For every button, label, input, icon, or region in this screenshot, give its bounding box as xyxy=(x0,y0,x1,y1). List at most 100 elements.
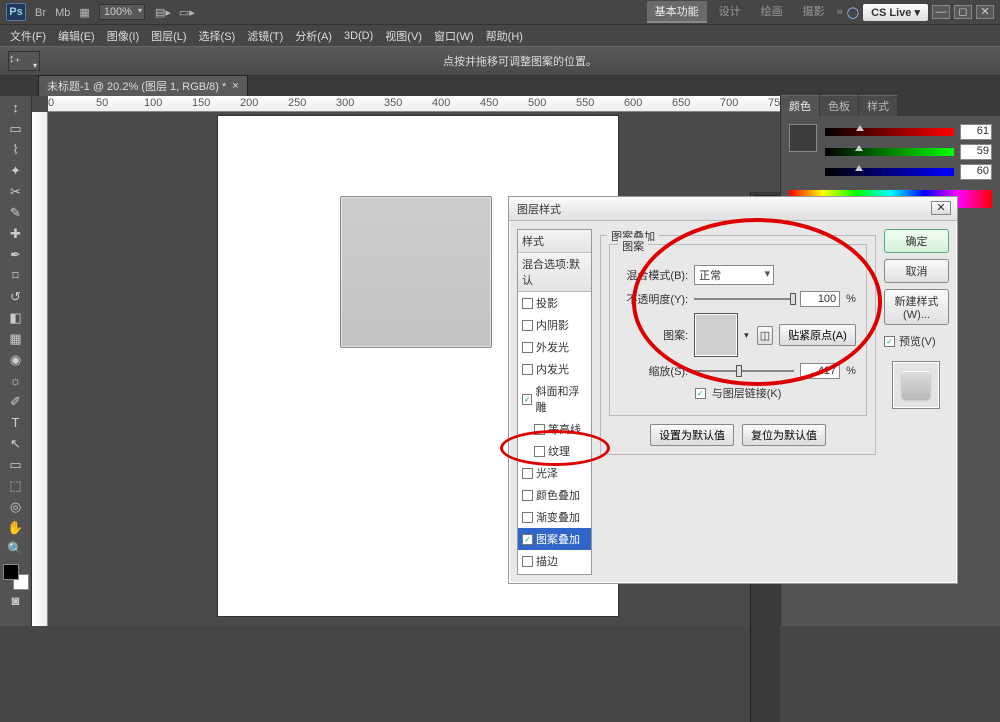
style-checkbox[interactable] xyxy=(522,490,533,501)
scale-value[interactable]: 417 xyxy=(800,363,840,379)
style-checkbox[interactable] xyxy=(522,320,533,331)
style-item-5[interactable]: 等高线 xyxy=(518,418,591,440)
3d-camera-tool[interactable]: ◎ xyxy=(4,497,28,517)
scale-slider[interactable] xyxy=(694,370,794,372)
close-button[interactable]: ✕ xyxy=(976,5,994,19)
workspace-tab-paint[interactable]: 绘画 xyxy=(753,1,791,23)
menu-layer[interactable]: 图层(L) xyxy=(145,25,192,47)
style-item-1[interactable]: 内阴影 xyxy=(518,314,591,336)
document-tab[interactable]: 未标题-1 @ 20.2% (图层 1, RGB/8) * × xyxy=(38,75,248,97)
zoom-tool[interactable]: 🔍 xyxy=(4,539,28,559)
style-checkbox[interactable] xyxy=(534,424,545,435)
pen-tool[interactable]: ✐ xyxy=(4,392,28,412)
mini-bridge-icon[interactable]: Mb xyxy=(55,7,70,19)
new-preset-icon[interactable]: ◫ xyxy=(757,326,773,345)
tab-color[interactable]: 颜色 xyxy=(781,95,819,116)
bridge-icon[interactable]: Br xyxy=(35,7,46,19)
stamp-tool[interactable]: ⌑ xyxy=(4,266,28,286)
marquee-tool[interactable]: ▭ xyxy=(4,119,28,139)
dialog-close-button[interactable]: ✕ xyxy=(931,201,951,215)
style-checkbox[interactable] xyxy=(522,468,533,479)
dodge-tool[interactable]: ☼ xyxy=(4,371,28,391)
style-item-9[interactable]: 渐变叠加 xyxy=(518,506,591,528)
menu-edit[interactable]: 编辑(E) xyxy=(52,25,101,47)
menu-image[interactable]: 图像(I) xyxy=(101,25,145,47)
quickmask-tool[interactable]: ◙ xyxy=(4,591,28,611)
layer-shape[interactable] xyxy=(340,196,492,348)
cslive-button[interactable]: CS Live ▾ xyxy=(863,4,928,21)
style-item-8[interactable]: 颜色叠加 xyxy=(518,484,591,506)
tab-swatches[interactable]: 色板 xyxy=(820,95,858,116)
pattern-dropdown-icon[interactable]: ▾ xyxy=(744,330,749,341)
gradient-tool[interactable]: ▦ xyxy=(4,329,28,349)
wand-tool[interactable]: ✦ xyxy=(4,161,28,181)
snap-origin-button[interactable]: 贴紧原点(A) xyxy=(779,324,856,346)
workspace-chevrons[interactable]: » xyxy=(837,6,843,18)
lasso-tool[interactable]: ⌇ xyxy=(4,140,28,160)
opacity-slider[interactable] xyxy=(694,298,794,300)
fg-color[interactable] xyxy=(3,564,19,580)
style-checkbox[interactable] xyxy=(522,298,533,309)
link-checkbox[interactable]: ✓ xyxy=(695,388,706,399)
style-item-0[interactable]: 投影 xyxy=(518,292,591,314)
b-slider[interactable] xyxy=(825,168,954,176)
g-value[interactable]: 59 xyxy=(960,144,992,160)
zoom-dropdown[interactable]: 100% xyxy=(99,4,145,20)
history-brush-tool[interactable]: ↺ xyxy=(4,287,28,307)
menu-filter[interactable]: 滤镜(T) xyxy=(241,25,289,47)
preview-checkbox[interactable]: ✓ xyxy=(884,336,895,347)
style-item-10[interactable]: ✓图案叠加 xyxy=(518,528,591,550)
screen-mode-icon[interactable]: ▭▸ xyxy=(179,6,195,19)
style-checkbox[interactable] xyxy=(534,446,545,457)
tool-preset-picker[interactable]: ↕₊ xyxy=(8,51,40,71)
workspace-tab-photo[interactable]: 摄影 xyxy=(795,1,833,23)
menu-select[interactable]: 选择(S) xyxy=(193,25,242,47)
style-checkbox[interactable] xyxy=(522,364,533,375)
style-checkbox[interactable] xyxy=(522,512,533,523)
opacity-value[interactable]: 100 xyxy=(800,291,840,307)
ok-button[interactable]: 确定 xyxy=(884,229,949,253)
menu-view[interactable]: 视图(V) xyxy=(379,25,428,47)
g-slider[interactable] xyxy=(825,148,954,156)
shape-tool[interactable]: ▭ xyxy=(4,455,28,475)
hand-tool[interactable]: ✋ xyxy=(4,518,28,538)
path-select-tool[interactable]: ↖ xyxy=(4,434,28,454)
menu-window[interactable]: 窗口(W) xyxy=(428,25,480,47)
maximize-button[interactable]: ◻ xyxy=(954,5,972,19)
eyedropper-tool[interactable]: ✎ xyxy=(4,203,28,223)
type-tool[interactable]: T xyxy=(4,413,28,433)
view-extras-icon[interactable]: ▦ xyxy=(79,7,89,19)
move-tool[interactable]: ↕ xyxy=(4,98,28,118)
style-item-3[interactable]: 内发光 xyxy=(518,358,591,380)
doc-arrange-icon[interactable]: ▤▸ xyxy=(155,6,171,19)
style-item-11[interactable]: 描边 xyxy=(518,550,591,572)
document-tab-close[interactable]: × xyxy=(232,80,238,92)
pattern-picker[interactable] xyxy=(694,313,738,357)
tab-styles[interactable]: 样式 xyxy=(859,95,897,116)
brush-tool[interactable]: ✒ xyxy=(4,245,28,265)
3d-tool[interactable]: ⬚ xyxy=(4,476,28,496)
menu-file[interactable]: 文件(F) xyxy=(4,25,52,47)
dialog-titlebar[interactable]: 图层样式 ✕ xyxy=(509,197,957,221)
style-item-7[interactable]: 光泽 xyxy=(518,462,591,484)
r-slider[interactable] xyxy=(825,128,954,136)
blend-options-item[interactable]: 混合选项:默认 xyxy=(518,253,591,292)
workspace-tab-design[interactable]: 设计 xyxy=(711,1,749,23)
crop-tool[interactable]: ✂ xyxy=(4,182,28,202)
blend-mode-dropdown[interactable]: 正常 xyxy=(694,265,774,285)
styles-header[interactable]: 样式 xyxy=(518,230,591,253)
style-checkbox[interactable]: ✓ xyxy=(522,394,532,405)
panel-color-swatch[interactable] xyxy=(789,124,817,152)
reset-default-button[interactable]: 复位为默认值 xyxy=(742,424,826,446)
style-item-4[interactable]: ✓斜面和浮雕 xyxy=(518,380,591,418)
menu-analysis[interactable]: 分析(A) xyxy=(289,25,338,47)
new-style-button[interactable]: 新建样式(W)... xyxy=(884,289,949,325)
style-checkbox[interactable] xyxy=(522,342,533,353)
menu-help[interactable]: 帮助(H) xyxy=(480,25,529,47)
workspace-tab-basic[interactable]: 基本功能 xyxy=(647,1,707,23)
style-item-6[interactable]: 纹理 xyxy=(518,440,591,462)
b-value[interactable]: 60 xyxy=(960,164,992,180)
eraser-tool[interactable]: ◧ xyxy=(4,308,28,328)
minimize-button[interactable]: — xyxy=(932,5,950,19)
style-item-2[interactable]: 外发光 xyxy=(518,336,591,358)
